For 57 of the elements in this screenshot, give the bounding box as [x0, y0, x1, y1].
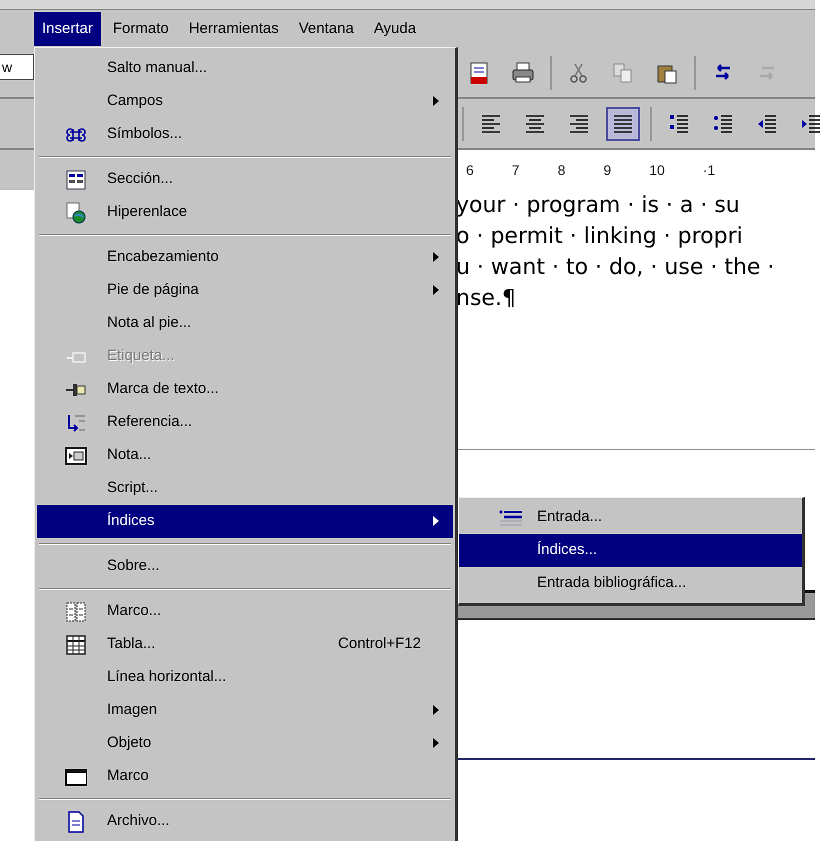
menu-item[interactable]: Sección... [37, 163, 453, 196]
ruler-number: ·1 [702, 160, 716, 180]
menu-item[interactable]: Script... [37, 472, 453, 505]
align-right-icon [568, 112, 590, 134]
ruler-number: 6 [466, 160, 474, 180]
pdf-icon [468, 62, 490, 84]
align-center-icon [524, 112, 546, 134]
table-icon [65, 634, 87, 656]
menu-item[interactable]: Imagen [37, 694, 453, 727]
ruler-number: 10 [649, 160, 665, 180]
menu-item[interactable]: Sobre... [37, 550, 453, 583]
frame-grid-icon [65, 600, 87, 622]
document-text: u · want · to · do, · use · the · [456, 254, 776, 282]
justify-icon [612, 112, 634, 134]
menu-bar-item[interactable]: Ayuda [366, 12, 424, 46]
ruler-number: 8 [558, 160, 566, 180]
justify-button[interactable] [606, 106, 640, 140]
globe-document-icon [65, 202, 87, 224]
menu-item[interactable]: Referencia... [37, 406, 453, 439]
ruler-number: 9 [603, 160, 612, 180]
document-text: your · program · is · a · su [456, 192, 741, 220]
menu-item[interactable]: Hiperenlace [37, 196, 453, 229]
decrease-indent-icon [756, 112, 778, 134]
menu-item[interactable]: Índices [37, 505, 453, 538]
menu-item[interactable]: Nota al pie... [37, 307, 453, 340]
menu-item[interactable]: Entrada bibliográfica... [459, 567, 802, 600]
menu-item[interactable]: Marco [37, 760, 453, 793]
menu-item[interactable]: Nota... [37, 439, 453, 472]
note-icon [65, 444, 87, 466]
menu-item[interactable]: Encabezamiento [37, 241, 453, 274]
menu-item[interactable]: Línea horizontal... [37, 661, 453, 694]
menu-item[interactable]: Entrada... [459, 501, 802, 534]
align-left-icon [480, 112, 502, 134]
ruler-number: 7 [512, 160, 520, 180]
menu-item[interactable]: Pie de página [37, 274, 453, 307]
bullet-list-icon [712, 112, 734, 134]
menu-bar-item[interactable]: Formato [104, 12, 177, 46]
menu-item[interactable]: Salto manual... [37, 52, 453, 85]
section-icon [65, 168, 87, 190]
increase-indent-icon [800, 112, 822, 134]
menu-item[interactable]: Tabla... Control+F12 [37, 628, 453, 661]
shortcut-text: Control+F12 [338, 634, 421, 654]
copy-icon [612, 62, 634, 84]
list-icon [499, 508, 523, 526]
menu-bar-item[interactable]: Herramientas [180, 12, 287, 46]
font-field[interactable]: w [0, 54, 34, 80]
menu-bar-item[interactable]: Insertar [34, 12, 101, 46]
numbered-list-icon [668, 112, 690, 134]
menu-item[interactable]: Archivo... [37, 805, 453, 838]
menu-bar-item[interactable]: Ventana [290, 12, 362, 46]
menu-item[interactable]: Marco... [37, 595, 453, 628]
menu-item[interactable]: Objeto [37, 727, 453, 760]
print-icon [512, 62, 534, 84]
menu-item[interactable]: Índices... [459, 534, 802, 567]
document-text: nse.¶ [456, 285, 517, 313]
menu-item[interactable]: Campos [37, 85, 453, 118]
menu-item[interactable]: Marca de texto... [37, 373, 453, 406]
